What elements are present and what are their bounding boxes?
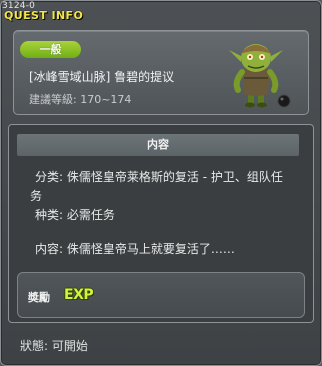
quest-kind-line: 种类: 必需任务 (35, 206, 115, 223)
quest-type-line: 分类: 侏儒怪皇帝莱格斯的复活 - 护卫、组队任 (35, 168, 283, 185)
quest-type-value: 侏儒怪皇帝莱格斯的复活 - 护卫、组队任 (66, 170, 283, 184)
quest-status: 狀態: 可開始 (20, 337, 88, 354)
level-label: 建議等級: (29, 93, 77, 106)
quest-description-line: 内容: 侏儒怪皇帝马上就要复活了…… (35, 240, 235, 257)
quest-description-value: 侏儒怪皇帝马上就要复活了…… (66, 242, 235, 256)
reward-box (17, 272, 305, 318)
status-value: 可開始 (51, 339, 88, 353)
category-badge: 一般 (20, 41, 81, 58)
status-label: 狀態: (20, 339, 49, 353)
recommended-level: 建議等級: 170~174 (29, 91, 131, 107)
quest-name: [冰峰雪域山脉] 鲁碧的提议 (29, 70, 175, 84)
quest-description-label: 内容: (35, 242, 64, 256)
quest-type-value-cont: 务 (30, 189, 43, 203)
quest-kind-value: 必需任务 (66, 208, 115, 222)
quest-type-label: 分类: (35, 170, 64, 184)
exp-icon[interactable]: EXP (64, 287, 94, 303)
quest-kind-label: 种类: (35, 208, 64, 222)
goblin-npc-icon (229, 44, 291, 108)
level-range: 170~174 (80, 93, 132, 106)
content-section-header: 内容 (17, 134, 299, 156)
reward-label: 奬勵 (28, 291, 50, 304)
window-title: QUEST INFO (4, 9, 84, 22)
